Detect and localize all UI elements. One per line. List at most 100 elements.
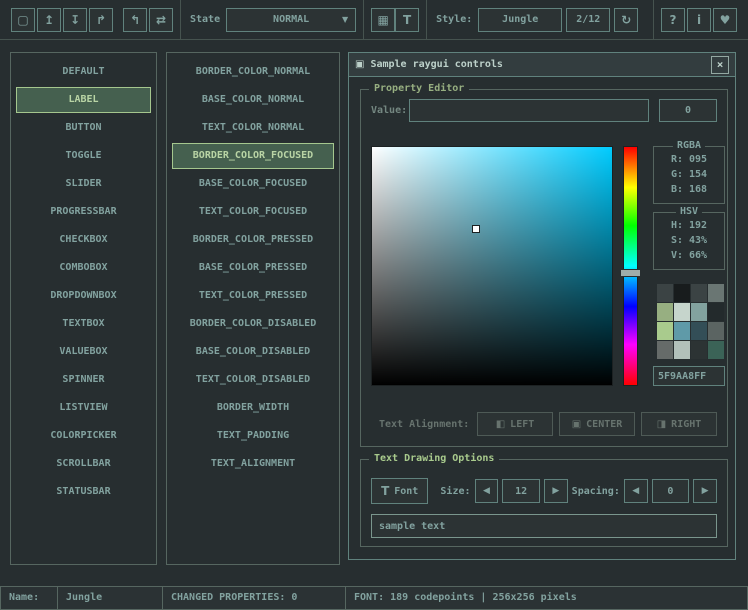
style-table-button[interactable]: ▦ [371, 8, 395, 32]
value-button[interactable]: 0 [659, 99, 717, 122]
list-item[interactable]: DROPDOWNBOX [16, 283, 151, 309]
hsv-title: HSV [676, 206, 702, 217]
list-item[interactable]: BORDER_COLOR_FOCUSED [172, 143, 334, 169]
color-swatch[interactable] [708, 341, 724, 359]
hex-value: 5F9AA8FF [658, 371, 706, 382]
close-window-button[interactable]: × [711, 56, 729, 74]
sponsor-button[interactable]: ♥ [713, 8, 737, 32]
list-item[interactable]: TEXT_PADDING [172, 423, 334, 449]
hsv-value-value: V: 66% [654, 248, 724, 263]
list-item[interactable]: COMBOBOX [16, 255, 151, 281]
spacing-value[interactable]: 0 [652, 479, 690, 503]
color-swatch[interactable] [657, 303, 673, 321]
list-item[interactable]: BORDER_COLOR_PRESSED [172, 227, 334, 253]
color-swatch[interactable] [691, 322, 707, 340]
align-left-button[interactable]: ◧ LEFT [477, 412, 553, 436]
list-item[interactable]: DEFAULT [16, 59, 151, 85]
spacing-increase-button[interactable]: ▶ [693, 479, 717, 503]
list-item[interactable]: PROGRESSBAR [16, 199, 151, 225]
list-item[interactable]: BORDER_WIDTH [172, 395, 334, 421]
list-item[interactable]: TEXTBOX [16, 311, 151, 337]
size-label: Size: [440, 486, 470, 497]
left-arrow-icon: ◀ [632, 486, 639, 496]
style-name-button[interactable]: Jungle [478, 8, 562, 32]
align-center-button[interactable]: ▣ CENTER [559, 412, 635, 436]
list-item[interactable]: BORDER_COLOR_NORMAL [172, 59, 334, 85]
list-item[interactable]: LABEL [16, 87, 151, 113]
color-swatch[interactable] [674, 322, 690, 340]
list-item[interactable]: TEXT_COLOR_PRESSED [172, 283, 334, 309]
color-picker-cursor[interactable] [472, 225, 480, 233]
import-palette-button[interactable]: ↰ [123, 8, 147, 32]
spacing-decrease-button[interactable]: ◀ [624, 479, 648, 503]
list-item[interactable]: SPINNER [16, 367, 151, 393]
color-picker[interactable] [371, 146, 613, 386]
size-decrease-button[interactable]: ◀ [475, 479, 499, 503]
reload-style-button[interactable]: ↻ [614, 8, 638, 32]
state-dropdown[interactable]: NORMAL ▼ [226, 8, 356, 32]
list-item[interactable]: BASE_COLOR_PRESSED [172, 255, 334, 281]
color-swatch[interactable] [708, 322, 724, 340]
color-swatch[interactable] [674, 341, 690, 359]
hue-slider-handle[interactable] [620, 269, 641, 277]
export-style-button[interactable]: ↱ [89, 8, 113, 32]
size-increase-button[interactable]: ▶ [544, 479, 568, 503]
size-value[interactable]: 12 [502, 479, 540, 503]
list-item[interactable]: STATUSBAR [16, 479, 151, 505]
list-item[interactable]: BASE_COLOR_NORMAL [172, 87, 334, 113]
open-file-icon: ↥ [44, 14, 54, 26]
chevron-down-icon: ▼ [342, 15, 348, 24]
list-item[interactable]: COLORPICKER [16, 423, 151, 449]
list-item[interactable]: TEXT_COLOR_DISABLED [172, 367, 334, 393]
list-item[interactable]: CHECKBOX [16, 227, 151, 253]
value-input[interactable] [409, 99, 649, 122]
list-item[interactable]: TEXT_COLOR_FOCUSED [172, 199, 334, 225]
load-style-button[interactable]: ↥ [37, 8, 61, 32]
color-swatch[interactable] [708, 303, 724, 321]
save-style-button[interactable]: ↧ [63, 8, 87, 32]
align-left-icon: ◧ [496, 419, 505, 430]
hex-value-box[interactable]: 5F9AA8FF [653, 366, 725, 386]
color-swatch[interactable] [674, 303, 690, 321]
list-item[interactable]: TEXT_COLOR_NORMAL [172, 115, 334, 141]
window-titlebar[interactable]: ▣ Sample raygui controls × [349, 53, 735, 77]
style-index-button[interactable]: 2/12 [566, 8, 610, 32]
list-item[interactable]: TOGGLE [16, 143, 151, 169]
list-item[interactable]: SLIDER [16, 171, 151, 197]
color-swatch[interactable] [691, 284, 707, 302]
help-button[interactable]: ? [661, 8, 685, 32]
color-swatch[interactable] [708, 284, 724, 302]
color-swatch[interactable] [657, 284, 673, 302]
list-item[interactable]: BASE_COLOR_DISABLED [172, 339, 334, 365]
sample-controls-window: ▣ Sample raygui controls × Property Edit… [348, 52, 736, 560]
value-label: Value: [371, 105, 407, 116]
status-font-info: FONT: 189 codepoints | 256x256 pixels [345, 586, 748, 610]
font-button[interactable]: T Font [371, 478, 428, 504]
list-item[interactable]: LISTVIEW [16, 395, 151, 421]
list-item[interactable]: VALUEBOX [16, 339, 151, 365]
list-item[interactable]: BUTTON [16, 115, 151, 141]
list-item[interactable]: TEXT_ALIGNMENT [172, 451, 334, 477]
color-swatch[interactable] [657, 322, 673, 340]
window-title: Sample raygui controls [370, 59, 711, 70]
sample-text-input[interactable] [371, 514, 717, 538]
about-button[interactable]: i [687, 8, 711, 32]
font-atlas-button[interactable]: T [395, 8, 419, 32]
align-right-button[interactable]: ◨ RIGHT [641, 412, 717, 436]
color-swatch[interactable] [657, 341, 673, 359]
status-name-label: Name: [0, 586, 58, 610]
list-item[interactable]: BORDER_COLOR_DISABLED [172, 311, 334, 337]
hue-slider[interactable] [623, 146, 638, 386]
list-item[interactable]: BASE_COLOR_FOCUSED [172, 171, 334, 197]
import-icon: ↰ [130, 14, 140, 26]
style-color-palette [657, 284, 724, 359]
color-swatch[interactable] [674, 284, 690, 302]
status-name-value: Jungle [57, 586, 163, 610]
close-icon: × [717, 58, 724, 71]
window-icon: ▣ [355, 59, 364, 70]
color-swatch[interactable] [691, 341, 707, 359]
randomize-style-button[interactable]: ⇄ [149, 8, 173, 32]
list-item[interactable]: SCROLLBAR [16, 451, 151, 477]
new-style-button[interactable]: ▢ [11, 8, 35, 32]
color-swatch[interactable] [691, 303, 707, 321]
